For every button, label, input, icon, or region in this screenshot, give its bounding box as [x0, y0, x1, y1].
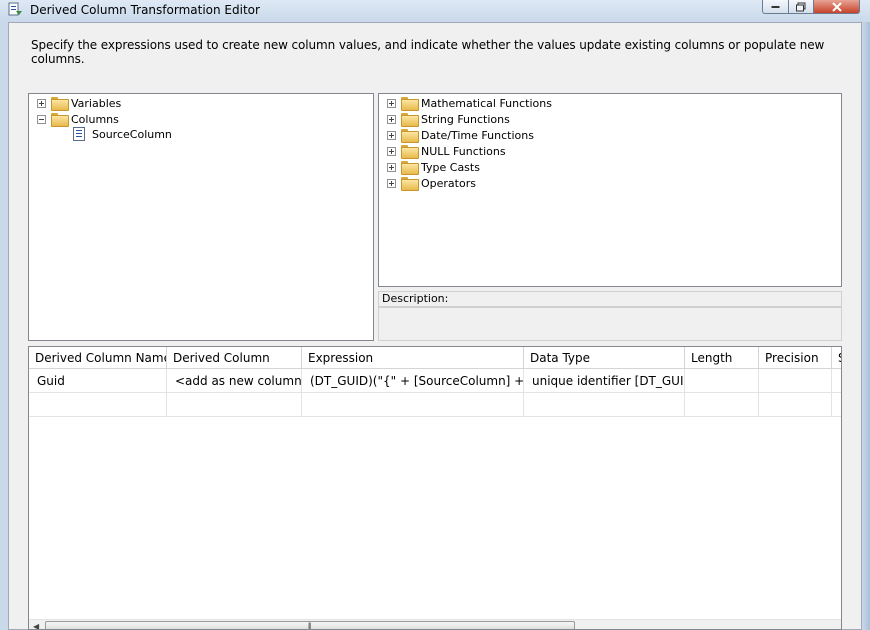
tree-item-variables[interactable]: Variables — [37, 95, 121, 111]
folder-icon — [401, 145, 419, 159]
collapse-icon[interactable] — [37, 114, 46, 124]
title-bar: Derived Column Transformation Editor — [0, 0, 870, 22]
cell-derived-column[interactable]: <add as new column> — [167, 369, 302, 393]
derived-columns-grid[interactable]: Derived Column Name Derived Column Expre… — [28, 346, 842, 630]
expand-icon[interactable] — [387, 130, 396, 140]
scrollbar-thumb[interactable]: ||| — [45, 621, 575, 630]
cell-derived-column-name[interactable] — [29, 393, 167, 417]
restore-icon — [796, 2, 806, 11]
folder-icon — [401, 113, 419, 127]
expand-icon[interactable] — [37, 98, 46, 108]
folder-icon — [51, 97, 69, 111]
expand-icon[interactable] — [387, 98, 396, 108]
window-title: Derived Column Transformation Editor — [30, 3, 260, 17]
tree-item-label: Mathematical Functions — [421, 96, 552, 110]
tree-item-label: NULL Functions — [421, 144, 506, 158]
column-header-expression[interactable]: Expression — [302, 347, 524, 369]
instruction-text: Specify the expressions used to create n… — [31, 38, 825, 66]
cell-data-type[interactable] — [524, 393, 685, 417]
cell-expression[interactable] — [302, 393, 524, 417]
window-frame-edge — [862, 22, 870, 630]
minimize-button[interactable] — [762, 0, 788, 14]
folder-icon — [51, 113, 69, 127]
tree-item-operators[interactable]: Operators — [387, 175, 476, 191]
minimize-icon — [771, 5, 779, 8]
tree-item-mathematical-functions[interactable]: Mathematical Functions — [387, 95, 552, 111]
tree-item-label: SourceColumn — [92, 127, 172, 141]
tree-item-label: Date/Time Functions — [421, 128, 534, 142]
cell-scale[interactable] — [832, 393, 841, 417]
column-header-scale[interactable]: S — [832, 347, 841, 369]
tree-item-columns[interactable]: Columns — [37, 111, 119, 127]
description-text — [378, 307, 842, 341]
tree-item-label: Columns — [71, 112, 119, 126]
folder-icon — [401, 129, 419, 143]
tree-item-datetime-functions[interactable]: Date/Time Functions — [387, 127, 534, 143]
column-header-data-type[interactable]: Data Type — [524, 347, 685, 369]
maximize-button[interactable] — [788, 0, 814, 14]
expand-icon[interactable] — [387, 178, 396, 188]
tree-item-label: Type Casts — [421, 160, 480, 174]
description-label: Description: — [378, 291, 842, 307]
expand-icon[interactable] — [387, 146, 396, 156]
cell-precision[interactable] — [759, 393, 832, 417]
close-icon — [831, 2, 842, 11]
tree-item-label: Operators — [421, 176, 476, 190]
folder-icon — [401, 161, 419, 175]
cell-length[interactable] — [685, 393, 759, 417]
close-button[interactable] — [814, 0, 860, 14]
column-icon — [73, 127, 85, 141]
column-header-length[interactable]: Length — [685, 347, 759, 369]
scroll-left-arrow-icon[interactable]: ◀ — [33, 622, 39, 629]
cell-data-type[interactable]: unique identifier [DT_GUID] — [524, 369, 685, 393]
tree-item-type-casts[interactable]: Type Casts — [387, 159, 480, 175]
folder-icon — [401, 177, 419, 191]
cell-length[interactable] — [685, 369, 759, 393]
cell-expression[interactable]: (DT_GUID)("{" + [SourceColumn] + "}") — [302, 369, 524, 393]
cell-scale[interactable] — [832, 369, 841, 393]
functions-tree[interactable]: Mathematical Functions String Functions … — [378, 93, 842, 287]
column-header-precision[interactable]: Precision — [759, 347, 832, 369]
derived-column-icon — [8, 2, 24, 18]
variables-columns-tree[interactable]: Variables Columns SourceColumn — [28, 93, 374, 341]
column-header-derived-column-name[interactable]: Derived Column Name — [29, 347, 167, 369]
tree-item-label: String Functions — [421, 112, 510, 126]
folder-icon — [401, 97, 419, 111]
tree-item-label: Variables — [71, 96, 122, 110]
expand-icon[interactable] — [387, 114, 396, 124]
grip-icon: ||| — [308, 623, 312, 630]
expand-icon[interactable] — [387, 162, 396, 172]
tree-item-null-functions[interactable]: NULL Functions — [387, 143, 506, 159]
cell-derived-column[interactable] — [167, 393, 302, 417]
cell-precision[interactable] — [759, 369, 832, 393]
horizontal-scrollbar[interactable]: ◀ ||| — [29, 619, 841, 630]
tree-item-string-functions[interactable]: String Functions — [387, 111, 510, 127]
tree-item-sourcecolumn[interactable]: SourceColumn — [73, 126, 172, 142]
column-header-derived-column[interactable]: Derived Column — [167, 347, 302, 369]
cell-derived-column-name[interactable]: Guid — [29, 369, 167, 393]
